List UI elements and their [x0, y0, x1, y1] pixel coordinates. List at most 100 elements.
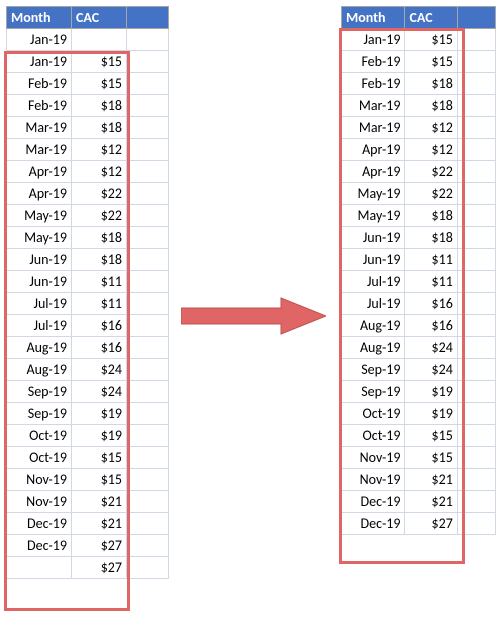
- cell-cac[interactable]: $24: [405, 359, 457, 381]
- cell-month[interactable]: May-19: [342, 183, 405, 205]
- cell-cac[interactable]: $15: [72, 469, 127, 491]
- cell-cac[interactable]: $15: [405, 425, 457, 447]
- cell-month[interactable]: Aug-19: [342, 315, 405, 337]
- cell-cac[interactable]: $18: [72, 249, 127, 271]
- cell-cac[interactable]: $12: [72, 161, 127, 183]
- cell-cac[interactable]: $12: [72, 139, 127, 161]
- cell-blank[interactable]: [127, 73, 169, 95]
- cell-blank[interactable]: [127, 315, 169, 337]
- cell-month[interactable]: Jun-19: [7, 271, 72, 293]
- cell-month[interactable]: Oct-19: [342, 425, 405, 447]
- cell-blank[interactable]: [457, 337, 495, 359]
- cell-month[interactable]: Nov-19: [7, 469, 72, 491]
- cell-month[interactable]: Oct-19: [342, 403, 405, 425]
- cell-cac[interactable]: $24: [72, 381, 127, 403]
- cell-month[interactable]: Jul-19: [7, 293, 72, 315]
- cell-blank[interactable]: [457, 95, 495, 117]
- cell-blank[interactable]: [127, 139, 169, 161]
- cell-month[interactable]: Sep-19: [7, 403, 72, 425]
- cell-month[interactable]: Aug-19: [7, 337, 72, 359]
- cell-cac[interactable]: $11: [405, 249, 457, 271]
- cell-blank[interactable]: [127, 271, 169, 293]
- cell-cac[interactable]: $15: [72, 73, 127, 95]
- cell-blank[interactable]: [127, 425, 169, 447]
- cell-cac[interactable]: $18: [405, 205, 457, 227]
- cell-month[interactable]: Jan-19: [7, 29, 72, 51]
- cell-blank[interactable]: [457, 73, 495, 95]
- cell-blank[interactable]: [457, 359, 495, 381]
- cell-cac[interactable]: $18: [405, 73, 457, 95]
- cell-month[interactable]: Dec-19: [7, 535, 72, 557]
- cell-blank[interactable]: [457, 469, 495, 491]
- cell-blank[interactable]: [127, 557, 169, 579]
- cell-month[interactable]: Sep-19: [342, 359, 405, 381]
- cell-cac[interactable]: $27: [72, 535, 127, 557]
- cell-blank[interactable]: [127, 117, 169, 139]
- cell-blank[interactable]: [127, 51, 169, 73]
- cell-month[interactable]: May-19: [342, 205, 405, 227]
- cell-month[interactable]: Feb-19: [7, 95, 72, 117]
- cell-cac[interactable]: $16: [72, 315, 127, 337]
- cell-month[interactable]: Mar-19: [7, 117, 72, 139]
- cell-month[interactable]: Jan-19: [7, 51, 72, 73]
- cell-blank[interactable]: [127, 29, 169, 51]
- cell-blank[interactable]: [127, 381, 169, 403]
- cell-cac[interactable]: $22: [405, 161, 457, 183]
- cell-month[interactable]: Sep-19: [7, 381, 72, 403]
- cell-blank[interactable]: [457, 117, 495, 139]
- cell-blank[interactable]: [127, 469, 169, 491]
- cell-month[interactable]: Nov-19: [342, 469, 405, 491]
- cell-cac[interactable]: $18: [72, 95, 127, 117]
- cell-blank[interactable]: [457, 51, 495, 73]
- cell-month[interactable]: Jun-19: [342, 227, 405, 249]
- cell-blank[interactable]: [457, 315, 495, 337]
- cell-month[interactable]: Feb-19: [342, 73, 405, 95]
- cell-month[interactable]: Mar-19: [7, 139, 72, 161]
- cell-month[interactable]: Dec-19: [342, 491, 405, 513]
- cell-blank[interactable]: [457, 403, 495, 425]
- cell-cac[interactable]: $16: [72, 337, 127, 359]
- cell-blank[interactable]: [457, 293, 495, 315]
- cell-cac[interactable]: $16: [405, 315, 457, 337]
- cell-cac[interactable]: $15: [405, 29, 457, 51]
- cell-cac[interactable]: $27: [405, 513, 457, 535]
- cell-cac[interactable]: $11: [72, 271, 127, 293]
- cell-month[interactable]: Jan-19: [342, 29, 405, 51]
- cell-blank[interactable]: [127, 359, 169, 381]
- cell-blank[interactable]: [457, 139, 495, 161]
- cell-blank[interactable]: [127, 513, 169, 535]
- cell-month[interactable]: Jul-19: [342, 293, 405, 315]
- cell-month[interactable]: Feb-19: [342, 51, 405, 73]
- cell-cac[interactable]: $18: [72, 117, 127, 139]
- cell-cac[interactable]: $21: [72, 491, 127, 513]
- cell-cac[interactable]: $21: [72, 513, 127, 535]
- cell-blank[interactable]: [457, 381, 495, 403]
- cell-month[interactable]: Dec-19: [342, 513, 405, 535]
- cell-blank[interactable]: [457, 29, 495, 51]
- cell-cac[interactable]: $18: [72, 227, 127, 249]
- cell-cac[interactable]: [72, 29, 127, 51]
- cell-cac[interactable]: $12: [405, 139, 457, 161]
- cell-blank[interactable]: [457, 249, 495, 271]
- cell-month[interactable]: Feb-19: [7, 73, 72, 95]
- cell-cac[interactable]: $21: [405, 491, 457, 513]
- cell-cac[interactable]: $22: [72, 183, 127, 205]
- cell-blank[interactable]: [457, 491, 495, 513]
- cell-blank[interactable]: [457, 513, 495, 535]
- cell-month[interactable]: Jun-19: [342, 249, 405, 271]
- cell-month[interactable]: Oct-19: [7, 425, 72, 447]
- cell-blank[interactable]: [127, 161, 169, 183]
- cell-blank[interactable]: [127, 337, 169, 359]
- cell-cac[interactable]: $24: [72, 359, 127, 381]
- cell-blank[interactable]: [127, 293, 169, 315]
- cell-month[interactable]: Oct-19: [7, 447, 72, 469]
- cell-blank[interactable]: [457, 271, 495, 293]
- cell-blank[interactable]: [457, 161, 495, 183]
- cell-blank[interactable]: [127, 403, 169, 425]
- cell-blank[interactable]: [457, 425, 495, 447]
- cell-cac[interactable]: $15: [72, 447, 127, 469]
- cell-cac[interactable]: $18: [405, 95, 457, 117]
- cell-cac[interactable]: $22: [72, 205, 127, 227]
- cell-blank[interactable]: [127, 183, 169, 205]
- cell-cac[interactable]: $15: [405, 447, 457, 469]
